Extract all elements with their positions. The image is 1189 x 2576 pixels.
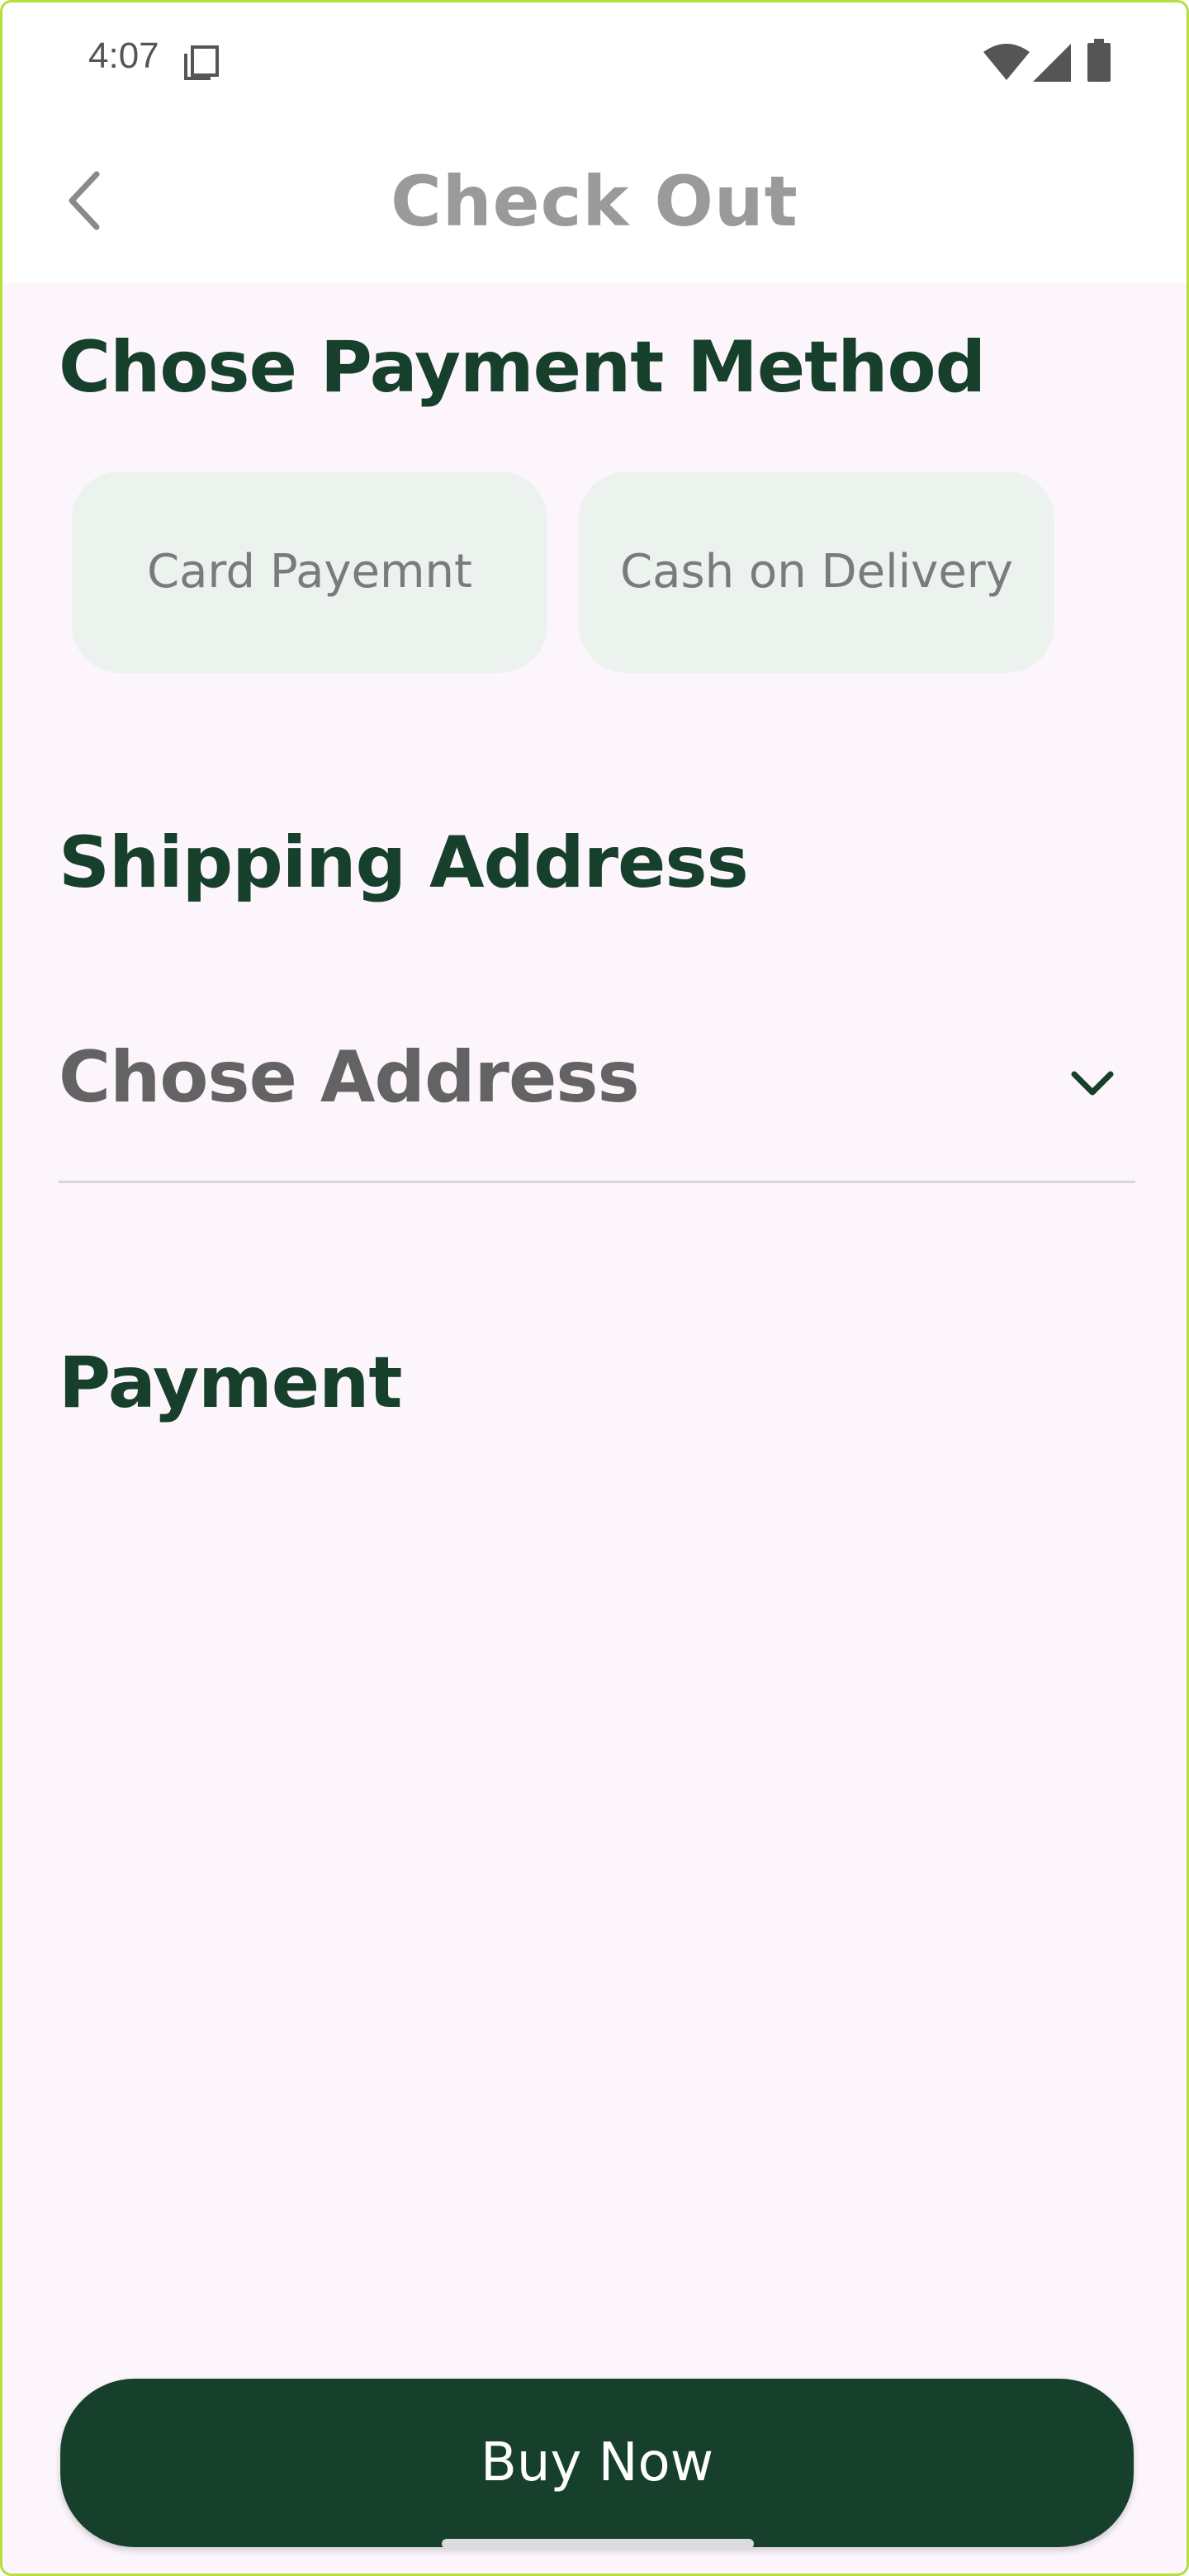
cash-on-delivery-label: Cash on Delivery [620, 545, 1013, 599]
status-time: 4:07 [88, 36, 159, 76]
home-indicator[interactable] [442, 2539, 754, 2549]
screenshot-icon [184, 45, 219, 80]
card-payment-option[interactable]: Card Payemnt [72, 471, 547, 673]
address-dropdown[interactable]: Chose Address [59, 1018, 1135, 1183]
checkout-screen: 4:07 Check Out Chose Payment Method Card… [0, 0, 1189, 2576]
chevron-down-icon [1071, 1071, 1114, 1096]
wifi-icon [983, 44, 1030, 80]
cash-on-delivery-option[interactable]: Cash on Delivery [579, 471, 1054, 673]
address-dropdown-value: Chose Address [59, 1036, 640, 1119]
buy-now-button[interactable]: Buy Now [60, 2379, 1134, 2547]
shipping-address-heading: Shipping Address [59, 822, 749, 904]
card-payment-label: Card Payemnt [147, 545, 472, 599]
buy-now-label: Buy Now [480, 2432, 714, 2493]
battery-icon [1087, 39, 1111, 82]
payment-method-heading: Chose Payment Method [59, 326, 986, 409]
status-bar: 4:07 [2, 2, 1187, 118]
page-title: Check Out [391, 161, 798, 242]
cellular-signal-icon [1033, 44, 1071, 82]
payment-heading: Payment [59, 1342, 402, 1424]
app-bar: Check Out [2, 118, 1187, 283]
